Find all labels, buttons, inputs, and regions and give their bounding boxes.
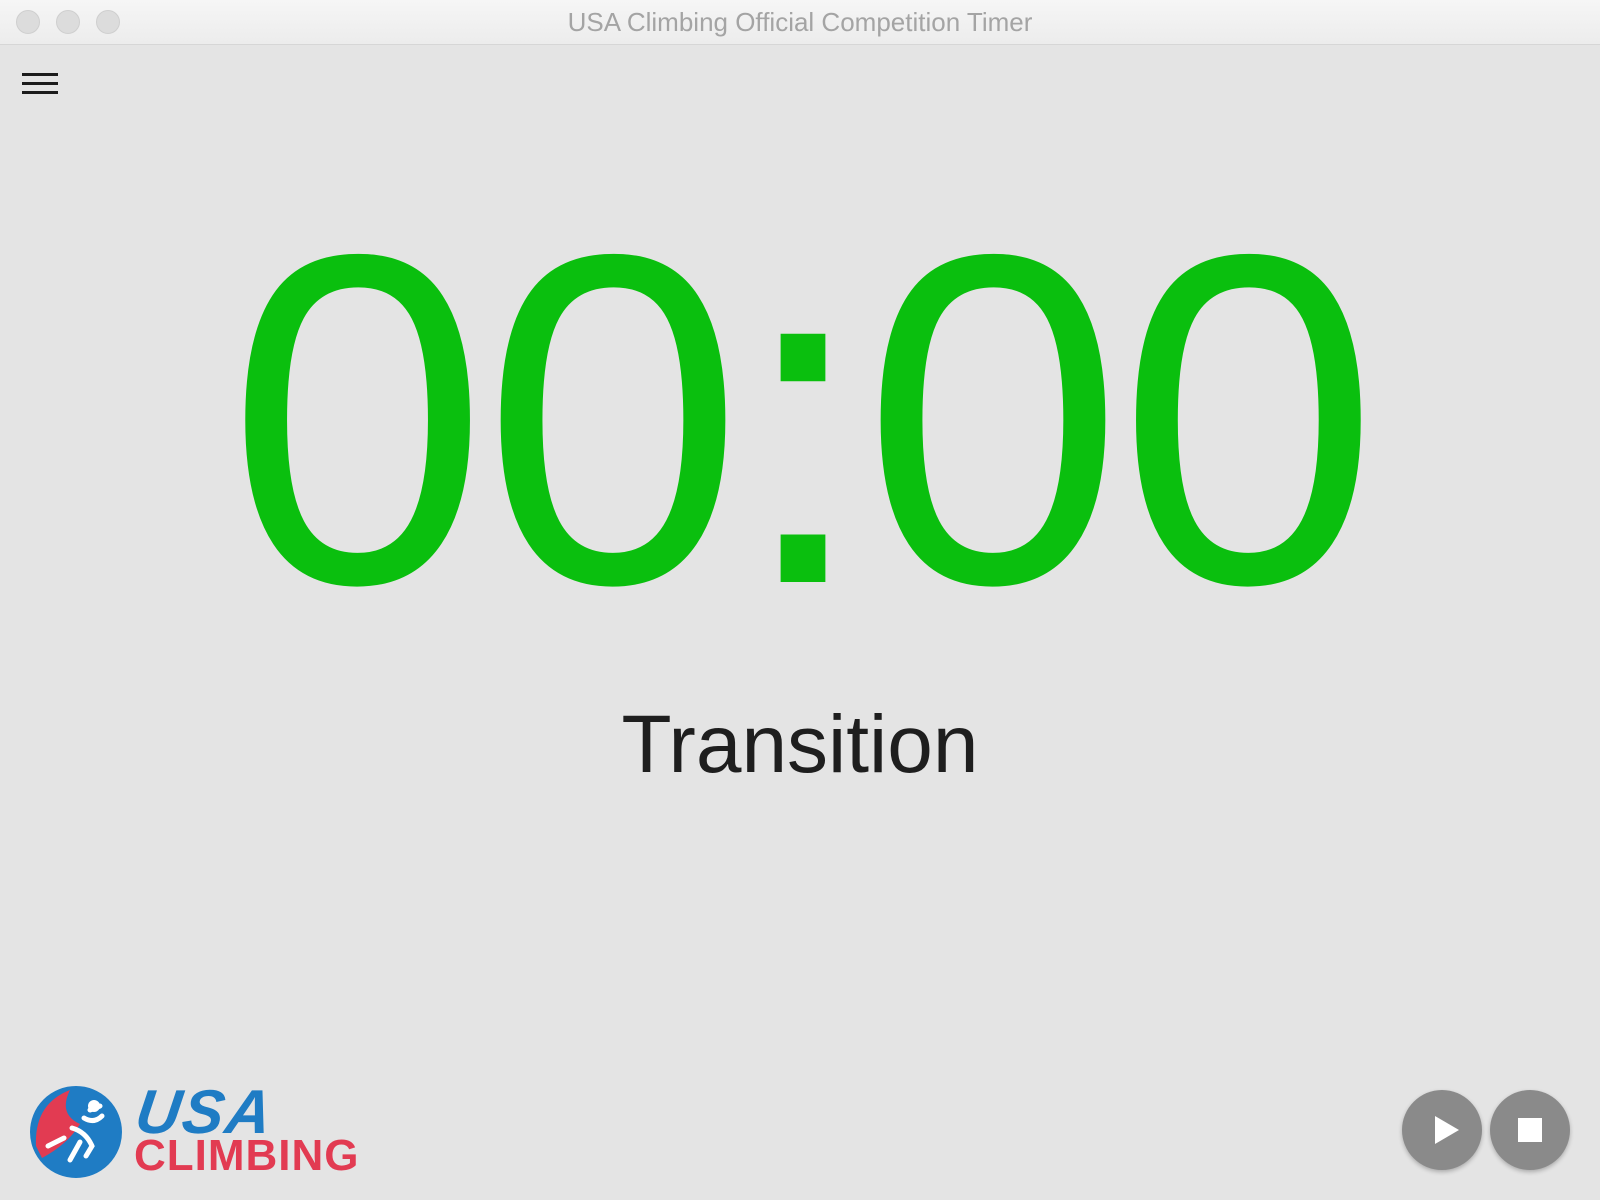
stop-icon: [1518, 1118, 1542, 1142]
app-window: USA Climbing Official Competition Timer …: [0, 0, 1600, 1200]
stop-button[interactable]: [1490, 1090, 1570, 1170]
logo-climbing-text: CLIMBING: [134, 1131, 360, 1180]
window-title: USA Climbing Official Competition Timer: [567, 7, 1033, 37]
phase-label: Transition: [621, 699, 979, 790]
play-icon: [1435, 1116, 1459, 1144]
usa-climbing-logo: USA CLIMBING: [28, 1078, 388, 1182]
hamburger-icon: [22, 73, 58, 76]
climber-emblem-icon: [30, 1086, 122, 1178]
timer-display: 00:00: [226, 157, 1379, 682]
title-bar[interactable]: USA Climbing Official Competition Timer: [0, 0, 1600, 45]
play-button[interactable]: [1402, 1090, 1482, 1170]
hamburger-menu-button[interactable]: [18, 66, 62, 104]
